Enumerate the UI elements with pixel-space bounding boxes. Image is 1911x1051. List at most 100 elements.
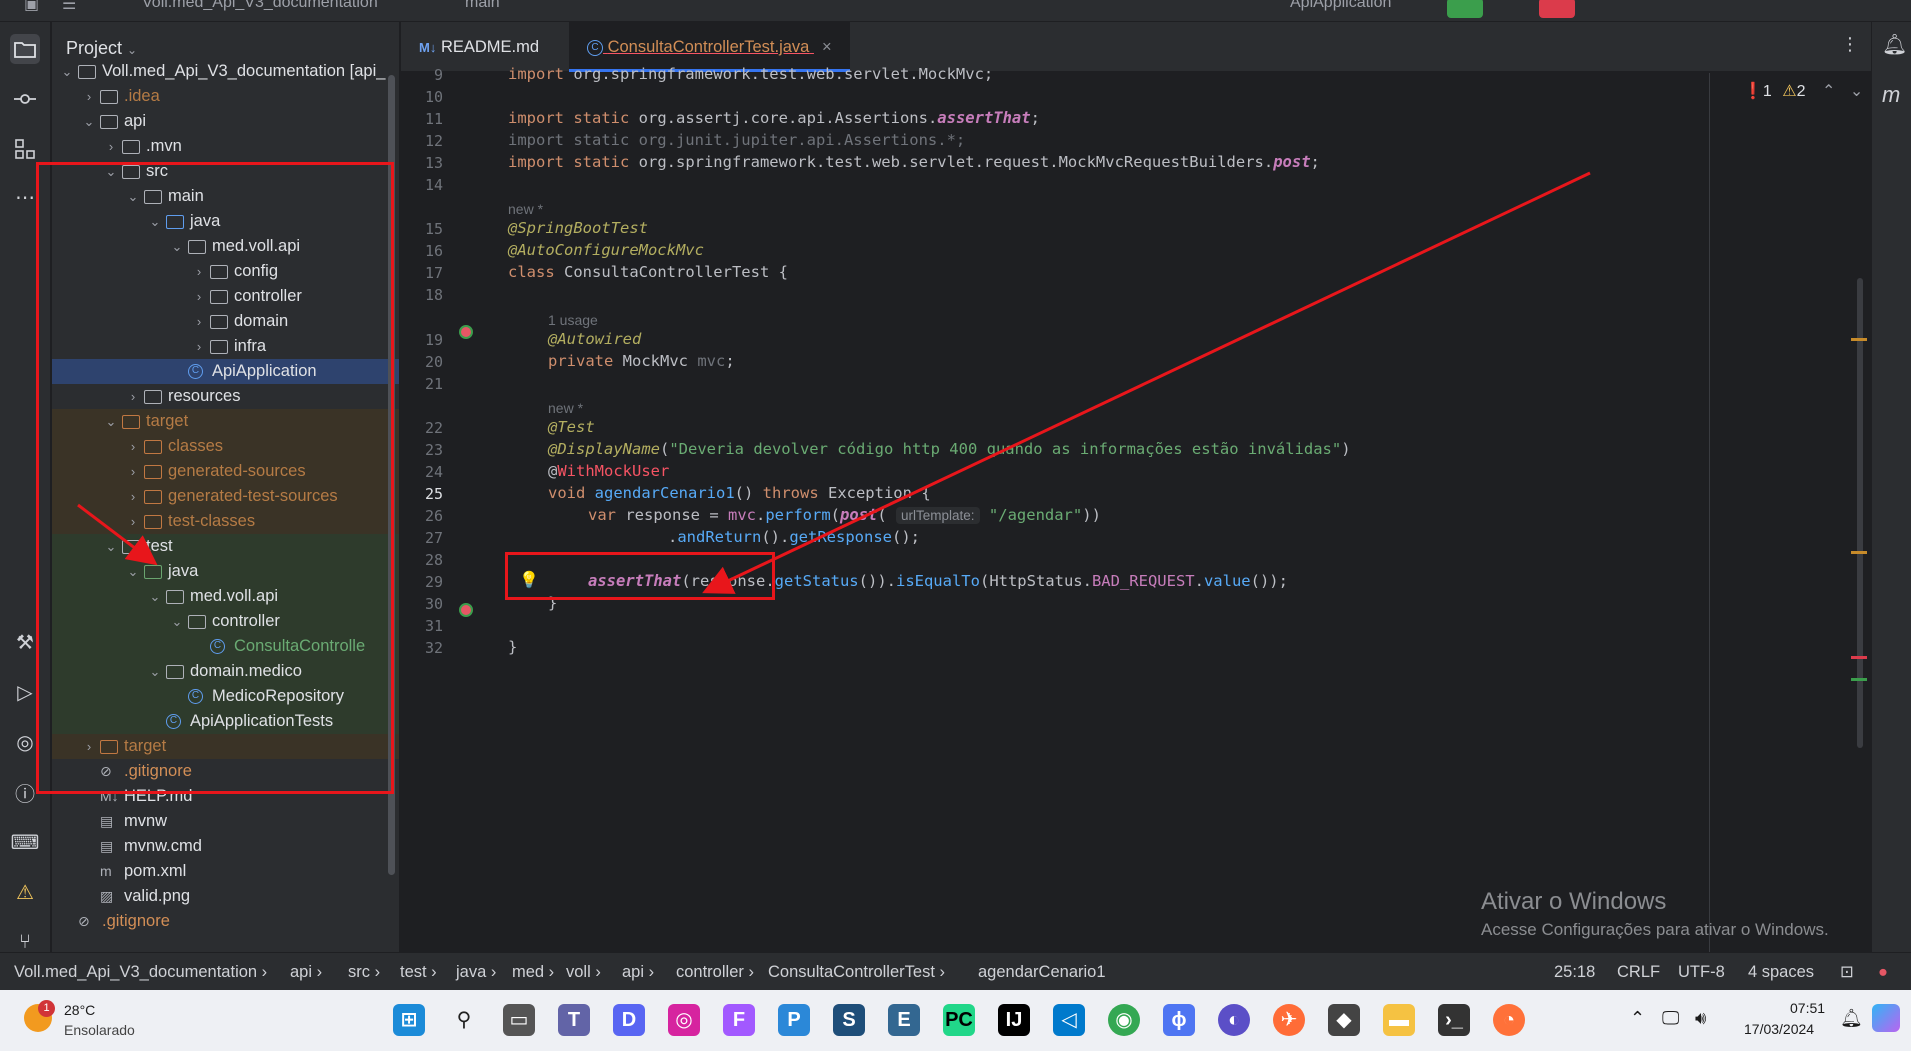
chevron-down-icon[interactable]: ⌄ (60, 59, 74, 84)
commit-icon[interactable] (10, 84, 40, 114)
breadcrumb-item[interactable]: src › (348, 953, 380, 991)
postman-icon[interactable]: ✈ (1273, 1004, 1305, 1036)
line-number: 28 (424, 551, 443, 569)
chevron-down-icon[interactable]: ⌄ (1850, 83, 1863, 100)
run-button[interactable] (1447, 0, 1483, 18)
chrome-icon[interactable]: ◉ (1108, 1004, 1140, 1036)
instagram-icon[interactable]: ◎ (668, 1004, 700, 1036)
code-line-23: @DisplayName("Deveria devolver código ht… (548, 440, 1351, 458)
discord-icon[interactable]: D (613, 1004, 645, 1036)
clock-time[interactable]: 07:51 (1790, 1000, 1825, 1016)
postgres-icon[interactable]: E (888, 1004, 920, 1036)
line-separator[interactable]: CRLF (1617, 953, 1660, 991)
error-count: 1 (1762, 83, 1772, 100)
tree-item[interactable]: › .mvn (52, 134, 399, 159)
error-icon[interactable]: ● (1878, 953, 1888, 991)
indent-setting[interactable]: 4 spaces (1748, 953, 1814, 991)
tree-item[interactable]: ⌄ api (52, 109, 399, 134)
breadcrumb-item[interactable]: api › (622, 953, 654, 991)
volume-icon[interactable]: 🔊︎ (1695, 1008, 1706, 1029)
code-line-19: @Autowired (548, 330, 642, 348)
maven-icon[interactable]: m (1882, 82, 1900, 108)
weather-desc[interactable]: Ensolarado (64, 1022, 135, 1038)
module-icon (100, 115, 118, 129)
error-marker[interactable] (1851, 656, 1867, 659)
breadcrumb-item[interactable]: med › (512, 953, 554, 991)
vscode-icon[interactable]: ◁ (1053, 1004, 1085, 1036)
figma-icon[interactable]: F (723, 1004, 755, 1036)
chevron-down-icon[interactable]: ⌄ (82, 109, 96, 134)
notifications-bell-icon[interactable]: 🔔︎ (1882, 32, 1907, 57)
run-test-gutter-icon[interactable] (459, 603, 473, 617)
line-number: 32 (424, 639, 443, 657)
terminal-icon[interactable]: ›_ (1438, 1004, 1470, 1036)
chevron-right-icon[interactable]: › (82, 84, 96, 109)
clock-date[interactable]: 17/03/2024 (1744, 1021, 1814, 1037)
caret-position[interactable]: 25:18 (1554, 953, 1595, 991)
breadcrumb-item[interactable]: test › (400, 953, 437, 991)
breadcrumb-item[interactable]: java › (456, 953, 496, 991)
run-config[interactable]: ApiApplication (1290, 0, 1391, 12)
intellij-icon[interactable]: IJ (998, 1004, 1030, 1036)
chevron-down-icon: ⌄ (127, 43, 138, 57)
notification-bell-icon[interactable]: 🔔︎ (1840, 1008, 1863, 1029)
tree-item[interactable]: ⌄ Voll.med_Api_V3_documentation [api_ (52, 59, 399, 84)
usage-hint[interactable]: 1 usage (548, 312, 598, 328)
network-icon[interactable]: 🖵︎ (1662, 1008, 1679, 1029)
teams-icon[interactable]: T (558, 1004, 590, 1036)
firefox-icon[interactable]: ◔ (1493, 1004, 1525, 1036)
app-icon[interactable]: ▣ (24, 0, 39, 14)
app-icon[interactable]: ϕ (1163, 1004, 1195, 1036)
start-windows-icon[interactable]: ⊞ (393, 1004, 425, 1036)
warning-icon[interactable]: ⚠ (10, 877, 40, 907)
tree-item[interactable]: ▤ mvnw (52, 809, 399, 834)
copilot-icon[interactable] (1872, 1004, 1900, 1032)
structure-icon[interactable] (10, 134, 40, 164)
tree-item[interactable]: m pom.xml (52, 859, 399, 884)
branch-name[interactable]: main (465, 0, 500, 12)
lock-icon[interactable]: ⊡ (1840, 953, 1854, 991)
task-view-icon[interactable]: ▭ (503, 1004, 535, 1036)
inspection-summary[interactable]: ❗1 ⚠2 ⌃ ⌄ (1743, 81, 1863, 101)
terminal-icon[interactable]: ⌨ (10, 827, 40, 857)
breadcrumb-item[interactable]: ConsultaControllerTest › (768, 953, 945, 991)
pycharm-icon[interactable]: PC (943, 1004, 975, 1036)
breadcrumb-item[interactable]: api › (290, 953, 322, 991)
codevision-hint[interactable]: new * (548, 400, 583, 416)
breadcrumb-item[interactable]: agendarCenario1 (978, 953, 1106, 991)
sql-icon[interactable]: S (833, 1004, 865, 1036)
chevron-up-icon[interactable]: ⌃ (1822, 83, 1835, 100)
tree-item[interactable]: ⊘ .gitignore (52, 909, 399, 934)
tree-item[interactable]: ▤ mvnw.cmd (52, 834, 399, 859)
change-marker[interactable] (1851, 678, 1867, 681)
file-encoding[interactable]: UTF-8 (1678, 953, 1725, 991)
run-test-gutter-icon[interactable] (459, 325, 473, 339)
code-line-11: import static org.assertj.core.api.Asser… (508, 109, 1040, 127)
file-explorer-icon[interactable]: ▬ (1383, 1004, 1415, 1036)
unity-icon[interactable]: ◆ (1328, 1004, 1360, 1036)
project-folder-icon[interactable] (10, 34, 40, 64)
tree-item[interactable]: ▨ valid.png (52, 884, 399, 909)
warning-marker[interactable] (1851, 551, 1867, 554)
project-panel-title[interactable]: Project ⌄ (66, 38, 137, 59)
tree-item[interactable]: › .idea (52, 84, 399, 109)
breadcrumb-item[interactable]: controller › (676, 953, 754, 991)
tab-options-icon[interactable]: ⋮ (1841, 34, 1859, 55)
eclipse-icon[interactable]: ◐ (1218, 1004, 1250, 1036)
breadcrumb-item[interactable]: voll › (566, 953, 601, 991)
chevron-up-icon[interactable]: ⌃ (1630, 1008, 1645, 1029)
breadcrumb-item[interactable]: Voll.med_Api_V3_documentation › (14, 953, 267, 991)
warning-marker[interactable] (1851, 338, 1867, 341)
code-editor[interactable]: ❗1 ⚠2 ⌃ ⌄ 9 10 11 12 13 14 15 16 17 18 1… (401, 65, 1871, 953)
weather-temp[interactable]: 28°C (64, 1002, 95, 1018)
search-icon[interactable]: ⚲ (448, 1004, 480, 1036)
python-icon[interactable]: P (778, 1004, 810, 1036)
tree-item-label: pom.xml (124, 862, 187, 880)
chevron-right-icon[interactable]: › (104, 134, 118, 159)
tree-item-label: Voll.med_Api_V3_documentation [api_ (102, 62, 386, 80)
codevision-hint[interactable]: new * (508, 201, 543, 217)
project-name[interactable]: Voll.med_Api_V3_documentation (142, 0, 378, 12)
line-number: 27 (424, 529, 443, 547)
stop-button[interactable] (1539, 0, 1575, 18)
main-menu-icon[interactable]: ☰ (62, 0, 76, 14)
